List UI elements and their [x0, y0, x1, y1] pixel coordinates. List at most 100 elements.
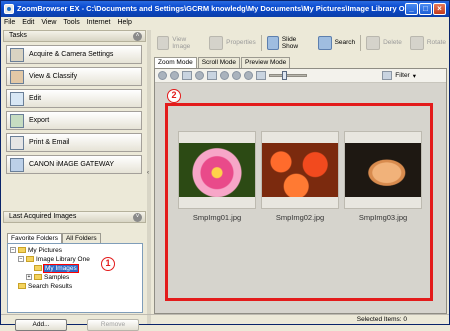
search-folder-icon: [18, 283, 26, 290]
thumbnail-filename: SmpImg02.jpg: [275, 213, 325, 222]
thumbnail[interactable]: [178, 131, 256, 209]
slide-show-button[interactable]: Slide Show: [264, 34, 313, 52]
task-gateway-button[interactable]: CANON iMAGE GATEWAY: [6, 155, 142, 174]
flower-image: [179, 143, 255, 197]
collapse-tasks-icon[interactable]: ˄: [133, 32, 142, 41]
tab-preview-mode[interactable]: Preview Mode: [241, 57, 291, 68]
acquired-header: Last Acquired Images ˅: [3, 211, 146, 223]
menu-tools[interactable]: Tools: [63, 17, 79, 28]
callout-2: 2: [167, 89, 181, 103]
zoom-out-icon[interactable]: [232, 71, 241, 80]
tree-item-samples[interactable]: + Samples: [10, 273, 142, 282]
view-classify-icon: [10, 69, 24, 84]
toolbar-separator: [360, 34, 362, 51]
browser-area: Filter ▾ 2 SmpImg01.jpg SmpImg02.jpg Smp…: [154, 68, 447, 314]
camera-icon: [10, 47, 24, 62]
left-pane: Tasks ˄ Acquire & Camera Settings View &…: [3, 30, 146, 331]
minimize-button[interactable]: _: [405, 3, 418, 15]
display-mode-icon[interactable]: [182, 71, 192, 80]
folder-icon: [26, 256, 34, 263]
view-image-icon: [157, 35, 170, 50]
stop-icon[interactable]: [244, 71, 253, 80]
collapse-acquired-icon[interactable]: ˅: [133, 213, 142, 222]
view-image-label: View Image: [172, 35, 191, 50]
task-view-classify-button[interactable]: View & Classify: [6, 67, 142, 86]
tree-item-image-library[interactable]: − Image Library One: [10, 255, 142, 264]
tree-item-label: Samples: [44, 274, 70, 281]
collapse-icon[interactable]: −: [18, 256, 24, 263]
collapse-icon[interactable]: −: [10, 247, 16, 254]
search-label: Search: [334, 39, 356, 46]
tab-favorite-folders[interactable]: Favorite Folders: [7, 233, 62, 243]
tab-scroll-mode[interactable]: Scroll Mode: [197, 57, 241, 68]
menu-bar: File Edit View Tools Internet Help: [1, 17, 449, 28]
folder-tabs: Favorite Folders All Folders: [7, 233, 143, 243]
task-print-email-label: Print & Email: [29, 139, 70, 146]
delete-icon: [366, 35, 381, 50]
task-acquire-label: Acquire & Camera Settings: [29, 51, 114, 58]
acquired-header-label: Last Acquired Images: [9, 213, 77, 220]
task-export-label: Export: [29, 117, 50, 124]
filter-dropdown[interactable]: Filter ▾: [382, 71, 416, 80]
folder-icon: [34, 265, 42, 272]
up-folder-icon[interactable]: [170, 71, 179, 80]
callout-1: 1: [101, 257, 115, 271]
splitter-arrow-icon[interactable]: ‹: [147, 170, 151, 182]
menu-view[interactable]: View: [41, 17, 56, 28]
menu-help[interactable]: Help: [117, 17, 131, 28]
thumbnail-area: 2 SmpImg01.jpg SmpImg02.jpg SmpImg03.jpg: [155, 83, 446, 313]
search-icon: [317, 35, 332, 50]
search-button[interactable]: Search: [315, 34, 359, 52]
menu-edit[interactable]: Edit: [22, 17, 34, 28]
tasks-header-label: Tasks: [9, 32, 27, 39]
task-acquire-button[interactable]: Acquire & Camera Settings: [6, 45, 142, 64]
tasks-panel: Tasks ˄ Acquire & Camera Settings View &…: [3, 30, 146, 174]
rotate-button[interactable]: Rotate: [407, 34, 449, 52]
kitten-image: [345, 143, 421, 197]
fit-icon[interactable]: [256, 71, 266, 80]
task-export-button[interactable]: Export: [6, 111, 142, 130]
info-icon[interactable]: [195, 71, 204, 80]
thumbnail[interactable]: [261, 131, 339, 209]
properties-button[interactable]: Properties: [206, 34, 259, 52]
close-button[interactable]: ×: [433, 3, 446, 15]
printer-icon: [10, 135, 24, 150]
pane-splitter[interactable]: ‹: [147, 30, 151, 324]
tree-item-label: My Images: [43, 264, 79, 273]
title-bar[interactable]: ZoomBrowser EX - C:\Documents and Settin…: [1, 1, 449, 17]
task-edit-label: Edit: [29, 95, 42, 102]
window-title: ZoomBrowser EX - C:\Documents and Settin…: [17, 4, 416, 13]
select-arrow-icon[interactable]: [207, 71, 217, 80]
menu-internet[interactable]: Internet: [87, 17, 111, 28]
tree-item-my-pictures[interactable]: − My Pictures: [10, 246, 142, 255]
main-toolbar: View Image Properties Slide Show Search …: [152, 30, 449, 55]
thumbnail-size-slider[interactable]: [269, 71, 307, 80]
slider-thumb[interactable]: [282, 71, 287, 80]
task-gateway-label: CANON iMAGE GATEWAY: [29, 161, 115, 168]
tree-item-search-results[interactable]: Search Results: [10, 282, 142, 291]
tree-item-label: Search Results: [28, 283, 73, 290]
task-view-classify-label: View & Classify: [29, 73, 78, 80]
view-image-button[interactable]: View Image: [154, 34, 204, 52]
folder-icon: [34, 274, 42, 281]
thumbnail-filename: SmpImg03.jpg: [358, 213, 408, 222]
folder-tree: − My Pictures − Image Library One My Image…: [7, 243, 143, 313]
menu-file[interactable]: File: [4, 17, 15, 28]
status-bar: Selected Items: 0: [1, 314, 449, 325]
task-print-email-button[interactable]: Print & Email: [6, 133, 142, 152]
tree-item-my-images[interactable]: My Images: [10, 264, 142, 273]
tomatoes-image: [262, 143, 338, 197]
back-icon[interactable]: [158, 71, 167, 80]
maximize-button[interactable]: □: [419, 3, 432, 15]
expand-icon[interactable]: +: [26, 274, 32, 281]
thumbnail[interactable]: [344, 131, 422, 209]
task-edit-button[interactable]: Edit: [6, 89, 142, 108]
tab-all-folders[interactable]: All Folders: [61, 233, 101, 243]
delete-button[interactable]: Delete: [363, 34, 405, 52]
chevron-down-icon: ▾: [412, 72, 416, 80]
filter-label: Filter: [395, 72, 410, 79]
right-pane: View Image Properties Slide Show Search …: [152, 30, 449, 324]
selected-items-status: Selected Items: 0: [356, 316, 407, 323]
zoom-in-icon[interactable]: [220, 71, 229, 80]
tab-zoom-mode[interactable]: Zoom Mode: [154, 57, 197, 68]
